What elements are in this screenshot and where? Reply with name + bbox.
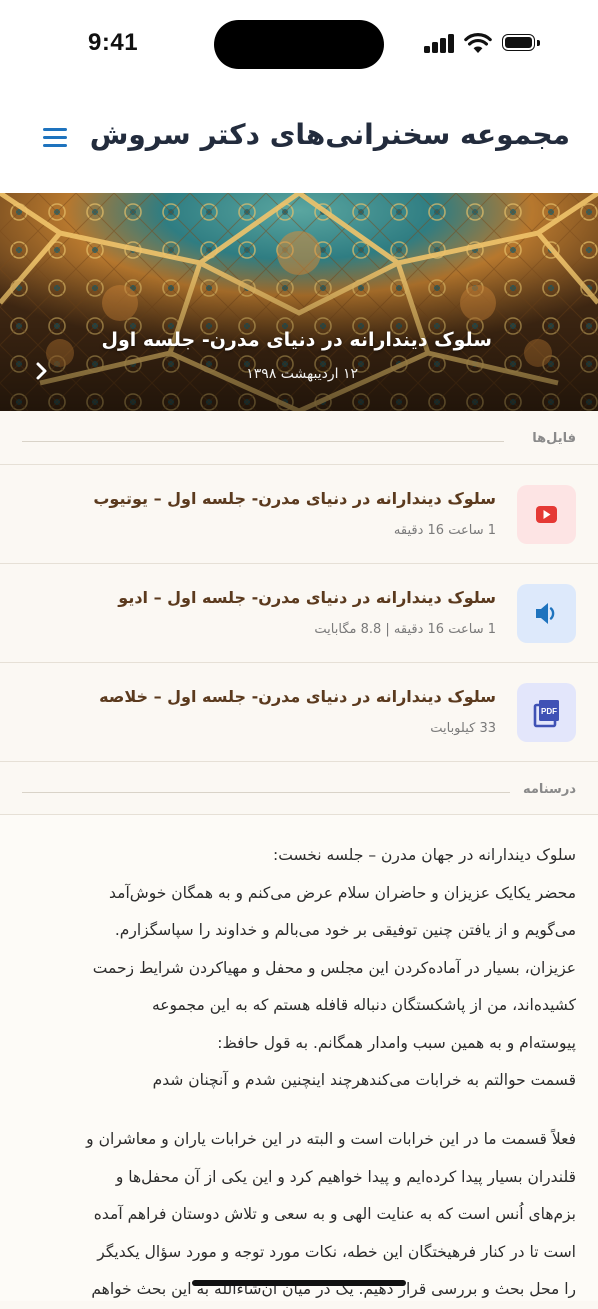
transcript-line: پیوسته‌ام و به همین سبب وامدار همگانم. ب… [217, 1033, 576, 1052]
transcript-section-header: درسنامه [22, 782, 576, 802]
transcript-line: فعلاً قسمت ما در این خرابات است و البته … [86, 1130, 576, 1148]
files-section-label: فایل‌ها [532, 431, 576, 446]
transcript-line: کشیده‌اند، من از پاشکستگان دنباله قافله … [151, 996, 576, 1014]
audio-icon [517, 584, 576, 643]
dynamic-island [214, 20, 384, 69]
svg-text:PDF: PDF [541, 707, 557, 716]
file-title: سلوک دیندارانه در دنیای مدرن- جلسه اول –… [99, 687, 496, 706]
transcript-line: می‌گویم و از یافتن چنین توفیقی بر خود می… [114, 921, 576, 939]
hero-date: ۱۲ اردیبهشت ۱۳۹۸ [246, 366, 358, 382]
transcript-line: عزیزان، بسیار در آماده‌کردن این مجلس و م… [92, 958, 576, 977]
transcript-line: قلندران بسیار پیدا کرده‌ایم و پیدا خواهی… [115, 1167, 576, 1186]
transcript-line: قسمت حوالتم به خرابات می‌کندهرچند اینچنی… [152, 1071, 576, 1089]
transcript-section-label: درسنامه [522, 782, 576, 797]
file-item-youtube[interactable]: سلوک دیندارانه در دنیای مدرن- جلسه اول –… [0, 464, 598, 563]
chevron-right-icon[interactable] [32, 359, 52, 383]
file-meta: 33 کیلوبایت [430, 721, 496, 736]
status-icons [424, 33, 544, 57]
file-meta: 1 ساعت 16 دقیقه | 8.8 مگابایت [314, 622, 496, 637]
hero-title: سلوک دیندارانه در دنیای مدرن- جلسه اول [101, 329, 492, 351]
transcript-line: بزم‌های اُنس است که به عنایت الهی و به س… [93, 1205, 576, 1223]
home-indicator[interactable] [192, 1280, 406, 1286]
file-meta: 1 ساعت 16 دقیقه [393, 523, 496, 538]
transcript-content: سلوک دیندارانه در جهان مدرن – جلسه نخست:… [0, 814, 598, 1301]
file-item-pdf[interactable]: PDF سلوک دیندارانه در دنیای مدرن- جلسه ا… [0, 662, 598, 761]
youtube-icon [517, 485, 576, 544]
divider [22, 441, 504, 442]
file-item-audio[interactable]: سلوک دیندارانه در دنیای مدرن- جلسه اول –… [0, 563, 598, 662]
divider [22, 792, 510, 793]
transcript-line: محضر یکایک عزیزان و حاضران سلام عرض می‌ک… [109, 883, 576, 902]
hamburger-menu-icon[interactable] [43, 128, 69, 150]
file-title: سلوک دیندارانه در دنیای مدرن- جلسه اول –… [93, 489, 496, 508]
wifi-icon [464, 33, 492, 53]
battery-icon [502, 34, 542, 53]
pdf-icon: PDF [517, 683, 576, 742]
transcript-line: است تا در کنار فرهیختگان این خطه، نکات م… [97, 1242, 576, 1261]
status-time: 9:41 [88, 29, 139, 56]
cellular-signal-icon [424, 33, 456, 53]
page-title: مجموعه سخنرانی‌های دکتر سروش [89, 118, 570, 151]
files-section-header: فایل‌ها [22, 431, 576, 451]
hero-banner[interactable]: سلوک دیندارانه در دنیای مدرن- جلسه اول ۱… [0, 193, 598, 411]
status-bar: 9:41 [0, 0, 598, 90]
app-header: مجموعه سخنرانی‌های دکتر سروش [0, 90, 598, 194]
transcript-line: سلوک دیندارانه در جهان مدرن – جلسه نخست: [273, 846, 576, 864]
transcript-line: را محل بحث و بررسی قرار دهیم. یک در میان… [91, 1280, 576, 1298]
file-title: سلوک دیندارانه در دنیای مدرن- جلسه اول –… [118, 588, 496, 607]
transcript-paragraph-1: سلوک دیندارانه در جهان مدرن – جلسه نخست:… [20, 837, 576, 1100]
